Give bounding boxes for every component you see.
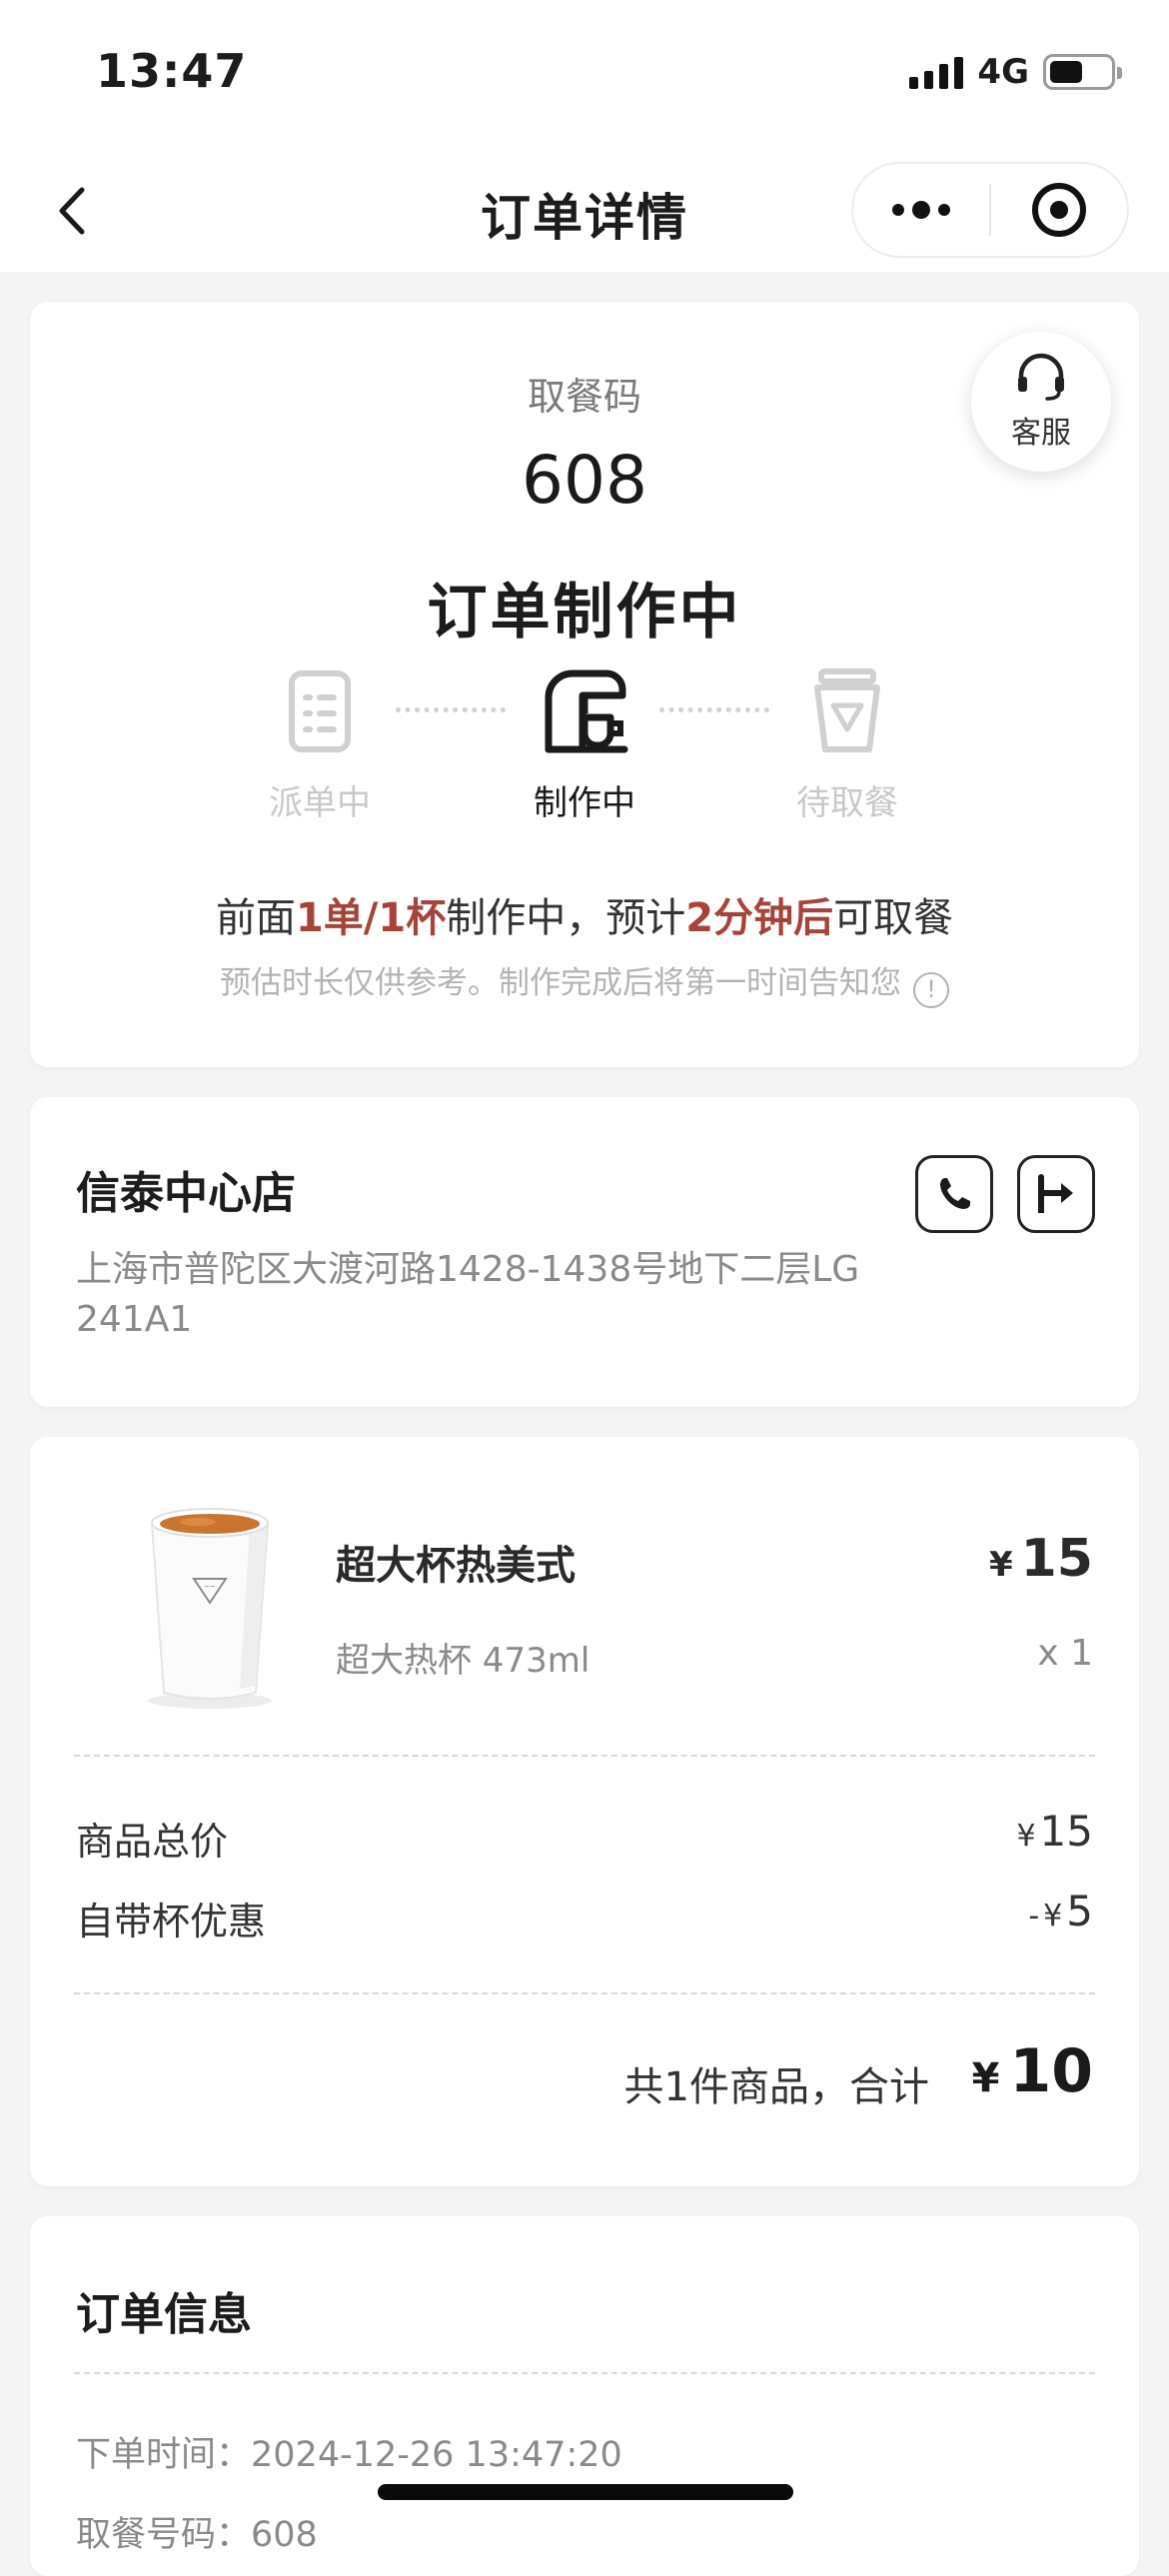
call-store-button[interactable] xyxy=(915,1155,993,1233)
queue-count: 1单/1杯 xyxy=(295,895,447,941)
network-label: 4G xyxy=(977,52,1029,92)
wait-estimate: 前面1单/1杯制作中，预计2分钟后可取餐 xyxy=(30,885,1139,943)
wait-prefix: 前面 xyxy=(215,895,296,941)
subtotal-amount: 15 xyxy=(1039,1807,1093,1856)
order-info-title: 订单信息 xyxy=(76,2289,252,2340)
pickup-code-label: 取餐码 xyxy=(527,375,641,419)
subtotal-label: 商品总价 xyxy=(76,1820,229,1864)
minus-sign: - xyxy=(1028,1899,1040,1933)
step-label: 制作中 xyxy=(534,783,635,823)
divider xyxy=(74,2372,1095,2374)
step-connector xyxy=(659,707,769,712)
order-list-icon xyxy=(289,670,351,752)
product-price: ¥15 xyxy=(989,1529,1093,1589)
signal-icon xyxy=(909,55,964,89)
nav-bar: 订单详情 xyxy=(0,150,1169,272)
navigate-store-button[interactable] xyxy=(1017,1155,1095,1233)
status-indicators: 4G xyxy=(909,52,1122,92)
coffee-machine-icon xyxy=(545,669,628,753)
divider xyxy=(74,1755,1095,1757)
mini-program-capsule xyxy=(851,162,1129,258)
step-label: 派单中 xyxy=(269,783,371,823)
step-label: 待取餐 xyxy=(796,783,898,823)
order-time-label: 下单时间： xyxy=(76,2435,252,2475)
step-ready: 待取餐 xyxy=(757,661,937,824)
goods-card: ~~ 超大杯热美式 超大热杯 473ml ¥15 x 1 商品总价 ¥15 自带… xyxy=(30,1437,1139,2186)
wait-suffix: 可取餐 xyxy=(833,895,954,941)
order-status-card: 客服 取餐码 608 订单制作中 派单中 制作中 待取餐 前面1单/1杯制作中，… xyxy=(30,302,1139,1067)
divider xyxy=(74,1992,1095,1994)
wait-middle: 制作中，预计 xyxy=(446,895,686,941)
currency-symbol: ¥ xyxy=(1016,1819,1036,1854)
navigate-arrow-icon xyxy=(1038,1174,1073,1213)
product-name: 超大杯热美式 xyxy=(336,1543,576,1589)
target-icon xyxy=(1032,183,1086,237)
price-value: 15 xyxy=(1020,1529,1093,1589)
status-bar: 13:47 4G xyxy=(0,0,1169,150)
home-indicator[interactable] xyxy=(378,2484,793,2500)
store-address: 上海市普陀区大渡河路1428-1438号地下二层LG 241A1 xyxy=(76,1249,860,1340)
discount-value: - ¥5 xyxy=(1028,1887,1093,1935)
step-dispatching: 派单中 xyxy=(230,661,410,824)
order-time-value: 2024-12-26 13:47:20 xyxy=(251,2435,622,2475)
eta-value: 2分钟后 xyxy=(685,895,834,941)
currency-symbol: ¥ xyxy=(971,2055,1000,2101)
product-spec: 超大热杯 473ml xyxy=(336,1641,590,1681)
svg-text:~~: ~~ xyxy=(204,1583,216,1591)
store-card: 信泰中心店 上海市普陀区大渡河路1428-1438号地下二层LG 241A1 xyxy=(30,1097,1139,1407)
total-text: 共1件商品，合计 xyxy=(623,2064,929,2110)
battery-icon xyxy=(1043,54,1122,90)
store-name: 信泰中心店 xyxy=(76,1168,296,1219)
pickup-number-value: 608 xyxy=(251,2515,318,2555)
product-image: ~~ xyxy=(110,1493,310,1713)
discount-label: 自带杯优惠 xyxy=(76,1900,267,1943)
currency-symbol: ¥ xyxy=(1043,1899,1063,1933)
discount-amount: 5 xyxy=(1066,1887,1093,1935)
subtotal-value: ¥15 xyxy=(1016,1807,1093,1856)
close-mini-program-button[interactable] xyxy=(991,164,1127,256)
cup-icon xyxy=(814,668,880,752)
pickup-number-row: 取餐号码：608 xyxy=(76,2506,318,2557)
pickup-number-label: 取餐号码： xyxy=(76,2515,252,2555)
step-connector xyxy=(396,707,506,712)
more-dots-icon xyxy=(892,201,950,219)
product-quantity: x 1 xyxy=(1037,1633,1093,1674)
total-value: ¥10 xyxy=(972,2036,1093,2106)
order-info-card: 订单信息 下单时间：2024-12-26 13:47:20 取餐号码：608 xyxy=(30,2216,1139,2576)
order-time-row: 下单时间：2024-12-26 13:47:20 xyxy=(76,2426,622,2477)
step-making: 制作中 xyxy=(495,661,674,824)
order-status-title: 订单制作中 xyxy=(427,578,742,647)
currency-symbol: ¥ xyxy=(988,1545,1013,1585)
phone-icon xyxy=(940,1178,970,1209)
coffee-cup-image: ~~ xyxy=(148,1508,272,1709)
more-button[interactable] xyxy=(853,164,989,256)
estimate-note: 预估时长仅供参考。制作完成后将第一时间告知您! xyxy=(30,957,1139,1008)
status-time: 13:47 xyxy=(96,44,248,98)
total-amount: 10 xyxy=(1009,2036,1094,2106)
info-icon[interactable]: ! xyxy=(913,972,949,1008)
pickup-code: 608 xyxy=(522,442,647,519)
estimate-note-text: 预估时长仅供参考。制作完成后将第一时间告知您 xyxy=(220,965,901,1001)
